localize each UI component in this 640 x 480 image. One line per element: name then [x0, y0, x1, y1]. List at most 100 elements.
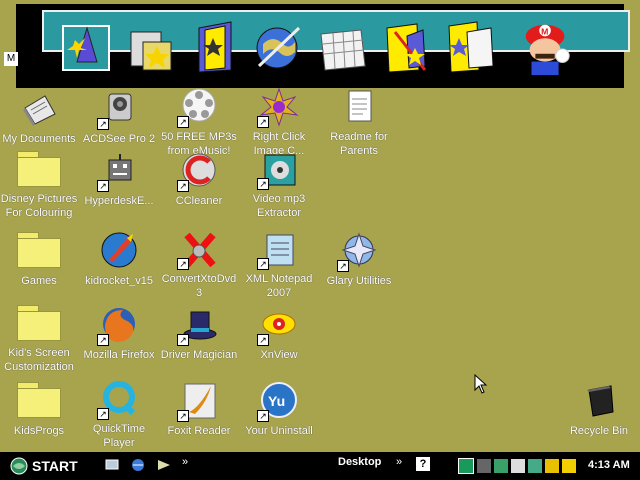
desktop-icon-hyperdesk[interactable]: ↗ HyperdeskE...	[78, 148, 160, 220]
desktop-icon-recycle-bin[interactable]: Recycle Bin	[558, 378, 640, 450]
folder-icon	[15, 228, 63, 272]
help-icon[interactable]: ?	[416, 457, 430, 471]
svg-text:Yu: Yu	[268, 393, 285, 409]
desktop-icon-kidrocket[interactable]: kidrocket_v15	[78, 228, 160, 300]
desktop-icon-kidsprogs[interactable]: KidsProgs	[0, 378, 80, 450]
icon-label: Your Uninstall	[245, 425, 313, 437]
window-icon[interactable]	[511, 459, 525, 473]
sunburst-icon: ↗	[255, 86, 303, 128]
desktop-toolbar-chevron[interactable]: »	[396, 456, 402, 468]
calendar-icon[interactable]	[312, 16, 372, 78]
icon-label: XML Notepad 2007	[245, 273, 313, 299]
mario-icon[interactable]: M	[516, 16, 576, 78]
start-button[interactable]: START	[10, 456, 90, 476]
icon-label: Readme for Parents	[330, 131, 388, 157]
desktop-icon-kids-screen-customization[interactable]: Kid's Screen Customization	[0, 302, 80, 374]
blank-folder-icon[interactable]	[440, 16, 500, 78]
icon-label: XnView	[260, 349, 298, 361]
tray-app-icon[interactable]	[458, 458, 474, 474]
shortcut-arrow-icon: ↗	[257, 258, 269, 270]
shortcut-arrow-icon: ↗	[177, 116, 189, 128]
launch-bar: M	[16, 4, 630, 88]
film-reel-icon: ↗	[175, 86, 223, 128]
shortcut-arrow-icon: ↗	[97, 334, 109, 346]
desktop-toolbar-label[interactable]: Desktop	[338, 456, 381, 468]
shortcut-arrow-icon: ↗	[177, 258, 189, 270]
shortcut-arrow-icon: ↗	[337, 260, 349, 272]
start-globe-icon	[10, 457, 28, 475]
quicktime-icon: ↗	[95, 378, 143, 420]
uninstaller-icon: Yu ↗	[255, 378, 303, 422]
documents-icon	[15, 86, 63, 130]
icon-label: Disney Pictures For Colouring	[0, 193, 78, 219]
icon-label: My Documents	[2, 133, 76, 145]
clock: 4:13 AM	[588, 459, 630, 471]
desktop-icon-disney-pictures[interactable]: Disney Pictures For Colouring	[0, 148, 80, 220]
tray-program-icon[interactable]	[528, 459, 542, 473]
icon-label: KidsProgs	[13, 425, 65, 437]
recycle-bin-icon	[575, 378, 623, 422]
desktop-icon-driver-magician[interactable]: ↗ Driver Magician	[158, 302, 240, 374]
shortcut-arrow-icon: ↗	[257, 178, 269, 190]
xnview-icon: ↗	[255, 302, 303, 346]
stamp-icon[interactable]	[120, 16, 180, 78]
desktop-icon-foxit-reader[interactable]: ↗ Foxit Reader	[158, 378, 240, 450]
icon-label: Mozilla Firefox	[83, 349, 155, 361]
shortcut-arrow-icon: ↗	[97, 180, 109, 192]
mouse-cursor-icon	[474, 374, 488, 394]
desktop-icon-quicktime[interactable]: ↗ QuickTime Player	[78, 378, 160, 450]
desktop-icon-video-mp3-extractor[interactable]: ↗ Video mp3 Extractor	[238, 148, 320, 220]
text-document-icon	[335, 86, 383, 128]
notepad-icon: ↗	[255, 228, 303, 270]
wand-icon[interactable]	[562, 459, 576, 473]
quick-launch-chevron[interactable]: »	[182, 456, 188, 468]
desktop-icon-convertxtodvd[interactable]: ↗ ConvertXtoDvd 3	[158, 228, 240, 300]
folder-icon	[15, 378, 63, 422]
folder-icon	[15, 302, 63, 344]
globe-icon[interactable]	[248, 16, 308, 78]
icon-label: Glary Utilities	[326, 275, 392, 287]
paint-folder-icon[interactable]	[376, 16, 436, 78]
network-icon[interactable]	[477, 459, 491, 473]
desktop-icon-mozilla-firefox[interactable]: ↗ Mozilla Firefox	[78, 302, 160, 374]
show-desktop-icon[interactable]	[104, 457, 120, 473]
desktop-icon-glary-utilities[interactable]: ↗ Glary Utilities	[318, 228, 400, 300]
camera-icon: ↗	[95, 86, 143, 130]
convert-x-icon: ↗	[175, 228, 223, 270]
shortcut-arrow-icon: ↗	[177, 334, 189, 346]
desktop-icon-xml-notepad[interactable]: ↗ XML Notepad 2007	[238, 228, 320, 300]
start-label: START	[32, 458, 78, 474]
star-folder-icon[interactable]	[184, 16, 244, 78]
glary-icon: ↗	[335, 228, 383, 272]
firefox-icon: ↗	[95, 302, 143, 346]
media-player-icon[interactable]	[156, 457, 172, 473]
internet-explorer-icon[interactable]	[130, 457, 146, 473]
svg-text:M: M	[541, 26, 548, 36]
desktop-icon-ccleaner[interactable]: ↗ CCleaner	[158, 148, 240, 220]
truncated-window-label: M	[4, 52, 18, 66]
extractor-icon: ↗	[255, 148, 303, 190]
shortcut-arrow-icon: ↗	[257, 410, 269, 422]
lightning-icon[interactable]	[545, 459, 559, 473]
icon-label: Foxit Reader	[167, 425, 231, 437]
desktop-icon-readme-for-parents[interactable]: Readme for Parents	[318, 86, 400, 158]
icon-label: HyperdeskE...	[84, 195, 154, 207]
icon-label: Video mp3 Extractor	[252, 193, 306, 219]
icon-label: Games	[21, 275, 57, 287]
folder-icon	[15, 148, 63, 190]
desktop-icon-xnview[interactable]: ↗ XnView	[238, 302, 320, 374]
icon-label: kidrocket_v15	[85, 275, 153, 287]
wizard-hat-icon[interactable]	[56, 16, 116, 78]
desktop-icon-your-uninstaller[interactable]: Yu ↗ Your Uninstall	[238, 378, 320, 450]
desktop-icon-games[interactable]: Games	[0, 228, 80, 300]
taskbar: START » Desktop » ? 4:13 AM	[0, 452, 640, 480]
shortcut-arrow-icon: ↗	[97, 118, 109, 130]
desktop: M M My Documents Disney Pictures For Col…	[0, 0, 640, 452]
shortcut-arrow-icon: ↗	[177, 180, 189, 192]
icon-label: Recycle Bin	[569, 425, 629, 437]
icon-label: ACDSee Pro 2	[82, 133, 156, 145]
rocket-icon	[95, 228, 143, 272]
shortcut-arrow-icon: ↗	[257, 334, 269, 346]
security-icon[interactable]	[494, 459, 508, 473]
magician-hat-icon: ↗	[175, 302, 223, 346]
